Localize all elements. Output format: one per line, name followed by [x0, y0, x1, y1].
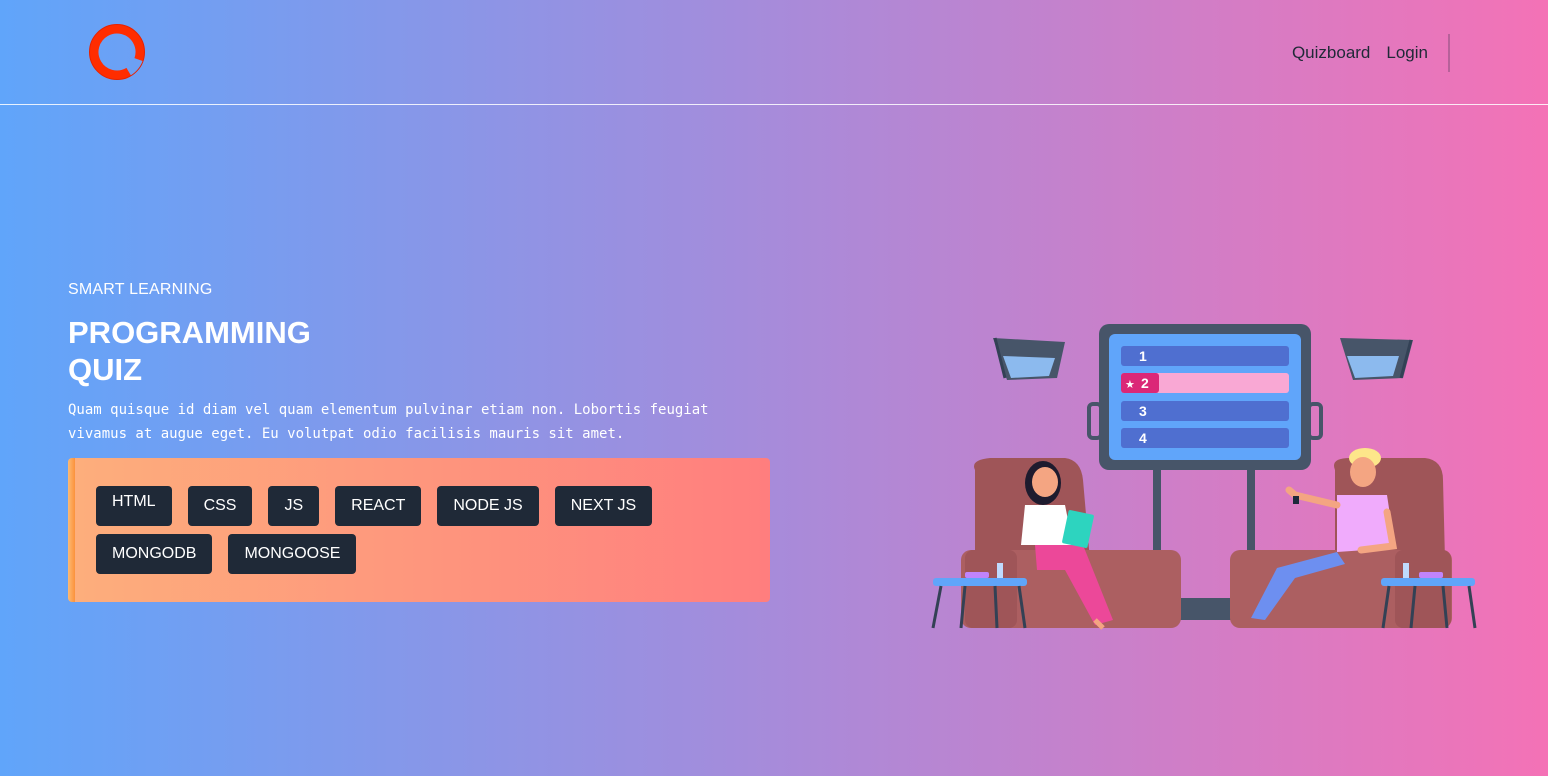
svg-text:4: 4: [1139, 430, 1147, 446]
header: Quizboard Login: [0, 0, 1548, 105]
svg-text:★: ★: [1125, 378, 1135, 391]
tag-mongodb-button[interactable]: MONGODB: [96, 534, 213, 574]
tag-html-button[interactable]: HTML: [96, 486, 172, 526]
title-line-1: PROGRAMMING: [68, 315, 311, 350]
tag-react-button[interactable]: REACT: [335, 486, 422, 526]
tag-css-button[interactable]: CSS: [187, 486, 253, 526]
tag-nodejs-button[interactable]: NODE JS: [437, 486, 539, 526]
nav-login-link[interactable]: Login: [1386, 43, 1428, 63]
nav-divider: [1448, 34, 1450, 72]
topic-tags-panel: HTML CSS JS REACT NODE JS NEXT JS MONGOD…: [68, 458, 770, 602]
page-title: PROGRAMMING QUIZ: [68, 314, 368, 388]
svg-text:1: 1: [1139, 348, 1147, 364]
tag-mongoose-button[interactable]: MONGOOSE: [228, 534, 357, 574]
ring-logo-icon[interactable]: [86, 22, 148, 82]
tag-nextjs-button[interactable]: NEXT JS: [554, 486, 653, 526]
hero-description: Quam quisque id diam vel quam elementum …: [68, 402, 709, 442]
svg-text:3: 3: [1139, 403, 1147, 419]
quiz-show-illustration: 1 ★ 2 3 4: [925, 320, 1485, 640]
tag-js-button[interactable]: JS: [268, 486, 320, 526]
stage-light-left-icon: [993, 337, 1065, 380]
top-nav: Quizboard Login: [1276, 33, 1450, 73]
svg-text:2: 2: [1141, 375, 1149, 391]
title-line-2: QUIZ: [68, 352, 143, 387]
hero-eyebrow: SMART LEARNING: [68, 281, 213, 298]
nav-quizboard-link[interactable]: Quizboard: [1292, 43, 1370, 63]
stage-light-right-icon: [1340, 338, 1413, 380]
